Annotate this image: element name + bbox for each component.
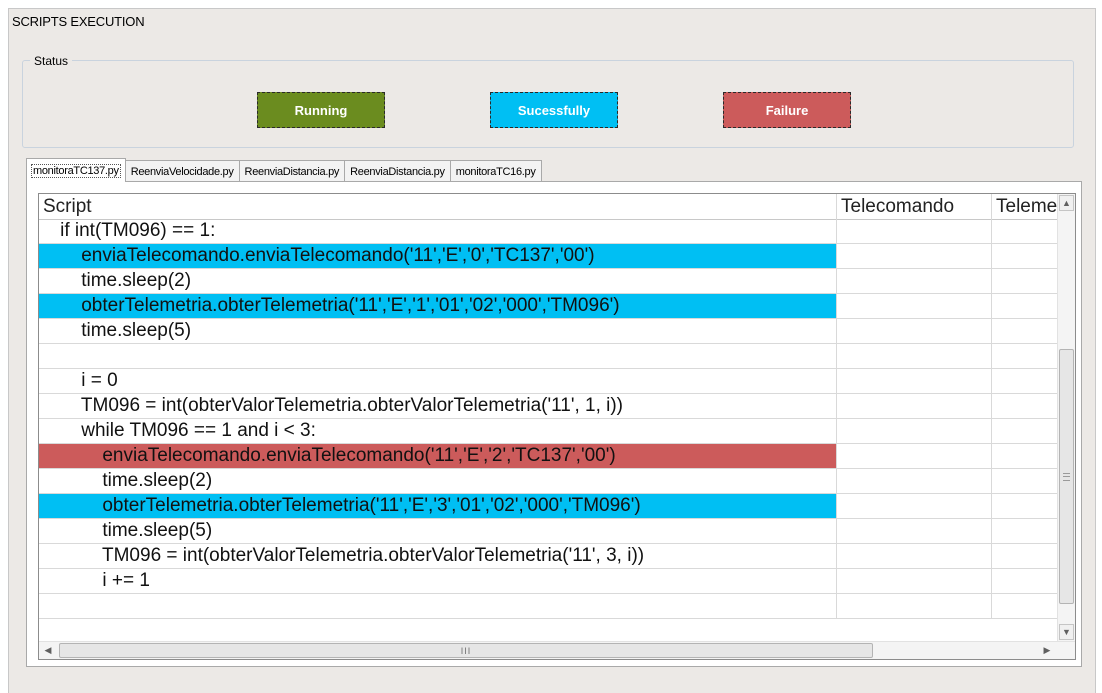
grip-icon <box>1063 473 1070 481</box>
table-row[interactable]: i += 1 <box>39 569 1057 594</box>
telecomando-cell[interactable] <box>836 319 991 343</box>
script-cell[interactable]: while TM096 == 1 and i < 3: <box>39 419 836 443</box>
tab-label: ReenviaDistancia.py <box>244 165 340 178</box>
script-cell[interactable]: obterTelemetria.obterTelemetria('11','E'… <box>39 494 836 518</box>
horizontal-scrollbar[interactable]: ◀ III ▶ <box>39 641 1075 659</box>
telemetria-cell[interactable] <box>991 394 1057 418</box>
table-row[interactable]: obterTelemetria.obterTelemetria('11','E'… <box>39 494 1057 519</box>
telecomando-cell[interactable] <box>836 294 991 318</box>
telecomando-cell[interactable] <box>836 569 991 593</box>
tab-monitoratc137[interactable]: monitoraTC137.py <box>26 158 126 182</box>
script-cell[interactable] <box>39 344 836 368</box>
tab-label: ReenviaVelocidade.py <box>130 165 234 178</box>
vertical-scrollbar[interactable]: ▲ ▼ <box>1057 194 1075 641</box>
table-row[interactable]: TM096 = int(obterValorTelemetria.obterVa… <box>39 544 1057 569</box>
status-running-indicator: Running <box>257 92 385 128</box>
column-header-telecomando[interactable]: Telecomando <box>836 194 991 219</box>
status-failure-label: Failure <box>765 102 809 118</box>
telecomando-cell[interactable] <box>836 369 991 393</box>
table-row[interactable]: enviaTelecomando.enviaTelecomando('11','… <box>39 244 1057 269</box>
table-row[interactable]: while TM096 == 1 and i < 3: <box>39 419 1057 444</box>
status-failure-indicator: Failure <box>723 92 851 128</box>
script-cell[interactable]: time.sleep(2) <box>39 269 836 293</box>
script-cell[interactable]: time.sleep(2) <box>39 469 836 493</box>
window-title: SCRIPTS EXECUTION <box>12 14 145 29</box>
telemetria-cell[interactable] <box>991 344 1057 368</box>
tab-label: ReenviaDistancia.py <box>350 165 445 178</box>
script-cell[interactable]: enviaTelecomando.enviaTelecomando('11','… <box>39 244 836 268</box>
telecomando-cell[interactable] <box>836 344 991 368</box>
telecomando-cell[interactable] <box>836 494 991 518</box>
table-row[interactable]: TM096 = int(obterValorTelemetria.obterVa… <box>39 394 1057 419</box>
scroll-right-icon[interactable]: ▶ <box>1039 643 1055 658</box>
script-cell[interactable]: TM096 = int(obterValorTelemetria.obterVa… <box>39 394 836 418</box>
telemetria-cell[interactable] <box>991 444 1057 468</box>
tab-monitoratc16[interactable]: monitoraTC16.py <box>449 160 542 182</box>
tab-reenviadistancia-2[interactable]: ReenviaDistancia.py <box>344 160 451 182</box>
script-tabs: monitoraTC137.py ReenviaVelocidade.py Re… <box>26 158 542 182</box>
table-row[interactable]: if int(TM096) == 1: <box>39 219 1057 244</box>
status-sucessfully-indicator: Sucessfully <box>490 92 618 128</box>
telecomando-cell[interactable] <box>836 594 991 618</box>
script-cell[interactable]: obterTelemetria.obterTelemetria('11','E'… <box>39 294 836 318</box>
column-header-telemetria[interactable]: Telemetria <box>991 194 1057 219</box>
table-row[interactable]: time.sleep(2) <box>39 469 1057 494</box>
telemetria-cell[interactable] <box>991 494 1057 518</box>
grid-header: Script Telecomando Telemetria <box>39 194 1057 220</box>
script-cell[interactable]: i = 0 <box>39 369 836 393</box>
scroll-left-icon[interactable]: ◀ <box>40 643 56 658</box>
telecomando-cell[interactable] <box>836 519 991 543</box>
telecomando-cell[interactable] <box>836 394 991 418</box>
tab-label: monitoraTC16.py <box>455 165 536 178</box>
grip-icon: III <box>460 645 472 656</box>
telecomando-cell[interactable] <box>836 269 991 293</box>
script-cell[interactable] <box>39 594 836 618</box>
telemetria-cell[interactable] <box>991 269 1057 293</box>
status-sucessfully-label: Sucessfully <box>517 102 591 118</box>
script-cell[interactable]: enviaTelecomando.enviaTelecomando('11','… <box>39 444 836 468</box>
script-cell[interactable]: time.sleep(5) <box>39 519 836 543</box>
horizontal-scroll-thumb[interactable]: III <box>59 643 873 658</box>
script-cell[interactable]: TM096 = int(obterValorTelemetria.obterVa… <box>39 544 836 568</box>
telemetria-cell[interactable] <box>991 319 1057 343</box>
grid-rows: if int(TM096) == 1: enviaTelecomando.env… <box>39 219 1057 619</box>
tab-reenviadistancia-1[interactable]: ReenviaDistancia.py <box>238 160 346 182</box>
scroll-up-icon[interactable]: ▲ <box>1059 195 1074 211</box>
table-row[interactable]: time.sleep(5) <box>39 519 1057 544</box>
telemetria-cell[interactable] <box>991 244 1057 268</box>
telemetria-cell[interactable] <box>991 544 1057 568</box>
script-cell[interactable]: i += 1 <box>39 569 836 593</box>
telecomando-cell[interactable] <box>836 469 991 493</box>
telemetria-cell[interactable] <box>991 469 1057 493</box>
telemetria-cell[interactable] <box>991 369 1057 393</box>
status-label: Status <box>30 54 73 68</box>
telemetria-cell[interactable] <box>991 519 1057 543</box>
column-header-script[interactable]: Script <box>39 194 836 219</box>
script-cell[interactable]: time.sleep(5) <box>39 319 836 343</box>
table-row[interactable]: obterTelemetria.obterTelemetria('11','E'… <box>39 294 1057 319</box>
telecomando-cell[interactable] <box>836 419 991 443</box>
scroll-down-icon[interactable]: ▼ <box>1059 624 1074 640</box>
table-row[interactable]: time.sleep(5) <box>39 319 1057 344</box>
tab-reenviavelocidade[interactable]: ReenviaVelocidade.py <box>124 160 240 182</box>
status-running-label: Running <box>294 102 348 118</box>
tab-label: monitoraTC137.py <box>31 163 121 178</box>
table-row[interactable]: i = 0 <box>39 369 1057 394</box>
telemetria-cell[interactable] <box>991 419 1057 443</box>
table-row[interactable]: time.sleep(2) <box>39 269 1057 294</box>
table-row[interactable] <box>39 594 1057 619</box>
telecomando-cell[interactable] <box>836 544 991 568</box>
table-row[interactable] <box>39 344 1057 369</box>
vertical-scroll-thumb[interactable] <box>1059 349 1074 604</box>
telemetria-cell[interactable] <box>991 594 1057 618</box>
telecomando-cell[interactable] <box>836 444 991 468</box>
table-row[interactable]: enviaTelecomando.enviaTelecomando('11','… <box>39 444 1057 469</box>
telemetria-cell[interactable] <box>991 219 1057 243</box>
telemetria-cell[interactable] <box>991 294 1057 318</box>
telemetria-cell[interactable] <box>991 569 1057 593</box>
telecomando-cell[interactable] <box>836 219 991 243</box>
script-cell[interactable]: if int(TM096) == 1: <box>39 219 836 243</box>
telecomando-cell[interactable] <box>836 244 991 268</box>
script-grid[interactable]: Script Telecomando Telemetria if int(TM0… <box>38 193 1076 660</box>
